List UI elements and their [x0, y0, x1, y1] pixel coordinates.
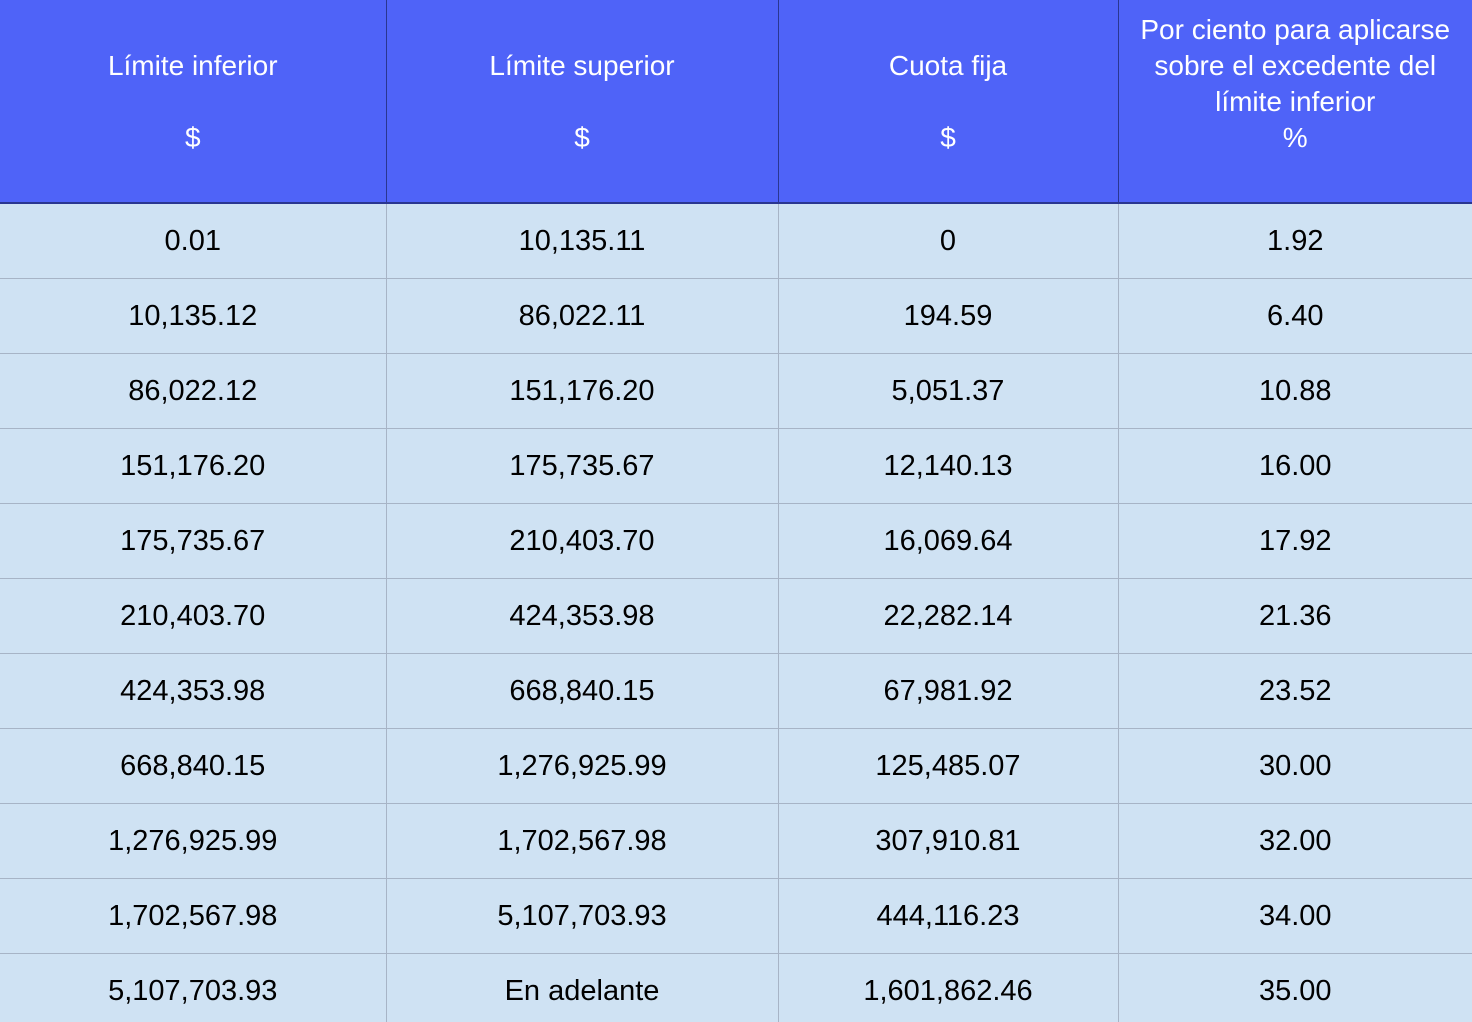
cell-cuota-fija: 194.59	[777, 278, 1118, 354]
cell-limite-superior: 1,702,567.98	[385, 803, 778, 879]
cell-por-ciento: 35.00	[1117, 953, 1472, 1022]
cell-cuota-fija: 444,116.23	[777, 878, 1118, 954]
header-limite-superior: Límite superior $	[385, 0, 778, 204]
table-row: 86,022.12 151,176.20 5,051.37 10.88	[0, 353, 1472, 429]
cell-limite-inferior: 175,735.67	[0, 503, 386, 579]
cell-cuota-fija: 125,485.07	[777, 728, 1118, 804]
cell-limite-superior: 210,403.70	[385, 503, 778, 579]
header-label: Límite superior	[489, 50, 675, 81]
table-row: 151,176.20 175,735.67 12,140.13 16.00	[0, 428, 1472, 504]
cell-por-ciento: 10.88	[1117, 353, 1472, 429]
header-label: Límite inferior	[107, 50, 278, 81]
table-row: 668,840.15 1,276,925.99 125,485.07 30.00	[0, 728, 1472, 804]
cell-cuota-fija: 0	[777, 203, 1118, 279]
table-row: 175,735.67 210,403.70 16,069.64 17.92	[0, 503, 1472, 579]
cell-limite-superior: 1,276,925.99	[385, 728, 778, 804]
table-row: 1,702,567.98 5,107,703.93 444,116.23 34.00	[0, 878, 1472, 954]
cell-limite-inferior: 668,840.15	[0, 728, 386, 804]
header-unit: $	[940, 122, 956, 153]
header-limite-inferior: Límite inferior $	[0, 0, 386, 204]
table-row: 0.01 10,135.11 0 1.92	[0, 203, 1472, 279]
header-label-line-3: límite inferior	[1215, 86, 1376, 117]
cell-cuota-fija: 16,069.64	[777, 503, 1118, 579]
cell-cuota-fija: 307,910.81	[777, 803, 1118, 879]
cell-por-ciento: 30.00	[1117, 728, 1472, 804]
cell-por-ciento: 32.00	[1117, 803, 1472, 879]
cell-cuota-fija: 5,051.37	[777, 353, 1118, 429]
cell-limite-inferior: 0.01	[0, 203, 386, 279]
table-row: 10,135.12 86,022.11 194.59 6.40	[0, 278, 1472, 354]
cell-limite-superior: 668,840.15	[385, 653, 778, 729]
header-label-line-2: sobre el excedente del	[1154, 50, 1437, 81]
cell-limite-superior: 424,353.98	[385, 578, 778, 654]
cell-limite-inferior: 5,107,703.93	[0, 953, 386, 1022]
cell-por-ciento: 16.00	[1117, 428, 1472, 504]
cell-limite-superior: 175,735.67	[385, 428, 778, 504]
header-unit: $	[574, 122, 590, 153]
cell-por-ciento: 23.52	[1117, 653, 1472, 729]
cell-limite-superior: 5,107,703.93	[385, 878, 778, 954]
cell-cuota-fija: 67,981.92	[777, 653, 1118, 729]
table-header: Límite inferior $ Límite superior $ Cuot…	[0, 0, 1472, 204]
cell-limite-inferior: 10,135.12	[0, 278, 386, 354]
table-row: 210,403.70 424,353.98 22,282.14 21.36	[0, 578, 1472, 654]
cell-cuota-fija: 12,140.13	[777, 428, 1118, 504]
cell-limite-superior: En adelante	[385, 953, 778, 1022]
header-label-line-1: Por ciento para aplicarse	[1140, 14, 1451, 45]
header-cuota-fija: Cuota fija $	[777, 0, 1118, 204]
cell-cuota-fija: 1,601,862.46	[777, 953, 1118, 1022]
cell-por-ciento: 6.40	[1117, 278, 1472, 354]
cell-por-ciento: 1.92	[1117, 203, 1472, 279]
cell-limite-superior: 86,022.11	[385, 278, 778, 354]
cell-limite-superior: 151,176.20	[385, 353, 778, 429]
cell-limite-inferior: 86,022.12	[0, 353, 386, 429]
cell-limite-inferior: 1,276,925.99	[0, 803, 386, 879]
table-body: 0.01 10,135.11 0 1.92 10,135.12 86,022.11 194.…	[0, 203, 1472, 1022]
cell-limite-inferior: 1,702,567.98	[0, 878, 386, 954]
table-row: 424,353.98 668,840.15 67,981.92 23.52	[0, 653, 1472, 729]
cell-por-ciento: 34.00	[1117, 878, 1472, 954]
header-row: Límite inferior $ Límite superior $ Cuot…	[0, 0, 1472, 204]
isr-rate-table: Límite inferior $ Límite superior $ Cuot…	[0, 0, 1472, 1022]
cell-cuota-fija: 22,282.14	[777, 578, 1118, 654]
header-por-ciento: Por ciento para aplicarse sobre el exced…	[1117, 0, 1472, 204]
cell-por-ciento: 21.36	[1117, 578, 1472, 654]
table-row: 1,276,925.99 1,702,567.98 307,910.81 32.00	[0, 803, 1472, 879]
table-row: 5,107,703.93 En adelante 1,601,862.46 35.00	[0, 953, 1472, 1022]
cell-limite-superior: 10,135.11	[385, 203, 778, 279]
header-unit: %	[1282, 122, 1308, 153]
header-unit: $	[184, 122, 201, 153]
cell-por-ciento: 17.92	[1117, 503, 1472, 579]
header-label: Cuota fija	[888, 50, 1008, 81]
cell-limite-inferior: 424,353.98	[0, 653, 386, 729]
cell-limite-inferior: 151,176.20	[0, 428, 386, 504]
cell-limite-inferior: 210,403.70	[0, 578, 386, 654]
